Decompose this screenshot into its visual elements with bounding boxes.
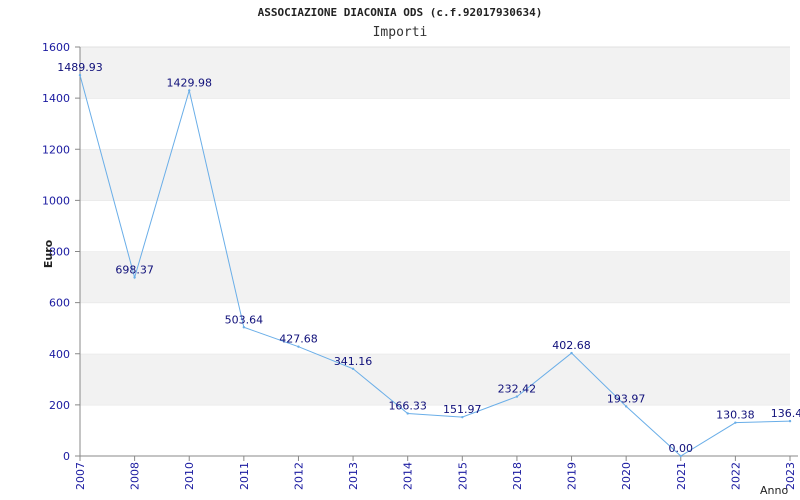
data-label: 1429.98 (166, 76, 212, 89)
data-point (351, 367, 355, 370)
grid-band (80, 302, 790, 354)
x-tick-label: 2015 (456, 462, 469, 490)
x-tick-label: 2007 (74, 462, 87, 490)
y-tick-label: 0 (63, 450, 70, 463)
grid-band (80, 200, 790, 252)
x-tick-label: 2012 (292, 462, 305, 490)
data-label: 151.97 (443, 403, 482, 416)
data-point (570, 351, 573, 355)
data-label: 1489.93 (57, 61, 103, 74)
x-tick-label: 2018 (511, 462, 524, 490)
x-tick-label: 2014 (402, 462, 415, 490)
data-point (788, 419, 792, 423)
y-tick-label: 1400 (42, 92, 70, 105)
data-label: 341.16 (334, 355, 373, 368)
data-label: 166.33 (388, 399, 427, 412)
grid-band (80, 251, 790, 303)
y-tick-label: 600 (49, 297, 70, 310)
x-tick-label: 2008 (129, 462, 142, 490)
data-point (515, 395, 519, 398)
data-label: 0.00 (669, 442, 694, 455)
x-tick-label: 2010 (183, 462, 196, 490)
data-point (297, 345, 300, 348)
data-label: 130.38 (716, 409, 755, 422)
y-tick-label: 1600 (42, 41, 70, 54)
x-tick-label: 2020 (620, 462, 633, 490)
data-label: 427.68 (279, 333, 318, 346)
grid-band (80, 353, 790, 405)
data-label: 402.68 (552, 339, 591, 352)
data-point (188, 89, 191, 92)
data-point (406, 412, 409, 415)
x-tick-label: 2011 (238, 462, 251, 490)
grid-band (80, 47, 790, 99)
data-point (734, 421, 737, 424)
y-tick-label: 400 (49, 348, 70, 361)
grid-band (80, 149, 790, 201)
data-point (624, 405, 628, 408)
data-label: 136.47 (771, 407, 800, 420)
y-tick-label: 1000 (42, 194, 70, 207)
data-point (242, 326, 246, 329)
data-label: 503.64 (225, 313, 264, 326)
data-point (78, 73, 82, 77)
line-chart: 020040060080010001200140016002007 2008 201… (42, 41, 800, 497)
data-label: 193.97 (607, 392, 646, 405)
x-axis-label: Anno (760, 484, 788, 497)
data-label: 232.42 (498, 383, 537, 396)
data-label: 698.37 (115, 263, 154, 276)
data-point (461, 415, 464, 419)
y-axis-label: Euro (42, 239, 55, 268)
x-tick-label: 2013 (347, 462, 360, 490)
x-tick-label: 2022 (729, 462, 742, 490)
data-point (133, 276, 136, 279)
x-tick-label: 2019 (566, 462, 579, 490)
grid-band (80, 98, 790, 150)
data-point (679, 454, 682, 458)
y-tick-label: 1200 (42, 143, 70, 156)
x-tick-label: 2021 (675, 462, 688, 490)
y-tick-label: 200 (49, 399, 70, 412)
